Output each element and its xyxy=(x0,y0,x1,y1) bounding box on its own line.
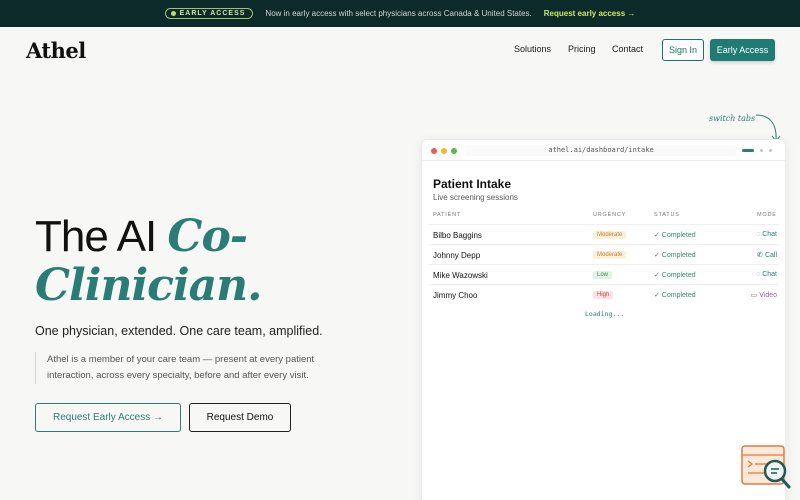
panel-subtitle: Live screening sessions xyxy=(433,193,518,202)
tab-indicator-active[interactable] xyxy=(742,149,754,152)
early-access-button[interactable]: Early Access xyxy=(710,39,775,61)
patient-name: Jimmy Choo xyxy=(433,291,478,300)
status-label: ✓ Completed xyxy=(654,272,696,279)
status-label: ✓ Completed xyxy=(654,252,696,259)
hero-description: Athel is a member of your care team — pr… xyxy=(35,352,345,384)
switch-tabs-hint: switch tabs xyxy=(709,114,756,123)
mode-text: Chat xyxy=(762,231,777,238)
tab-indicator-3[interactable] xyxy=(769,149,772,152)
video-camera-icon: ▭ xyxy=(750,292,760,299)
request-demo-button[interactable]: Request Demo xyxy=(189,403,291,432)
hero-title: The AI Co-Clinician. xyxy=(35,212,365,310)
nav-solutions[interactable]: Solutions xyxy=(514,44,551,54)
tab-indicator-2[interactable] xyxy=(760,149,763,152)
mode-label: ◌ Chat xyxy=(756,231,777,238)
nav-contact[interactable]: Contact xyxy=(612,44,643,54)
mode-text: Video xyxy=(759,292,777,299)
loading-indicator: Loading... xyxy=(585,310,625,318)
minimize-dot-icon xyxy=(441,148,447,154)
table-row[interactable]: Jimmy Choo High ✓ Completed ▭ Video xyxy=(429,284,779,304)
urgency-badge: Moderate xyxy=(593,231,627,239)
early-access-badge-label: EARLY ACCESS xyxy=(179,10,246,17)
mode-label: ✆ Call xyxy=(757,251,777,259)
close-dot-icon xyxy=(431,148,437,154)
column-header-mode: MODE xyxy=(757,212,777,218)
table-row[interactable]: Johnny Depp Moderate ✓ Completed ✆ Call xyxy=(429,244,779,264)
mode-label: ◌ Chat xyxy=(756,271,777,278)
status-dot-icon xyxy=(170,11,176,16)
phone-icon: ✆ xyxy=(757,252,765,259)
status-label: ✓ Completed xyxy=(654,232,696,239)
column-header-urgency: URGENCY xyxy=(593,212,627,218)
patient-name: Mike Wazowski xyxy=(433,271,488,280)
column-header-patient: PATIENT xyxy=(433,212,462,218)
sign-in-button[interactable]: Sign In xyxy=(662,39,704,61)
request-early-access-link[interactable]: Request early access → xyxy=(544,9,636,18)
table-row[interactable]: Bilbo Baggins Moderate ✓ Completed ◌ Cha… xyxy=(429,224,779,244)
maximize-dot-icon xyxy=(451,148,457,154)
athel-logo[interactable]: Athel xyxy=(26,38,86,63)
status-label: ✓ Completed xyxy=(654,292,696,299)
announcement-bar: EARLY ACCESS Now in early access with se… xyxy=(0,0,800,27)
hero-tagline: One physician, extended. One care team, … xyxy=(35,324,323,338)
hero-title-plain: The AI xyxy=(35,212,168,261)
request-early-access-button[interactable]: Request Early Access → xyxy=(35,403,181,432)
panel-title: Patient Intake xyxy=(433,177,512,191)
patient-name: Johnny Depp xyxy=(433,251,481,260)
dashboard-window: athel.ai/dashboard/intake Patient Intake… xyxy=(421,139,786,500)
urgency-badge: Moderate xyxy=(593,251,627,259)
announcement-message: Now in early access with select physicia… xyxy=(265,9,532,18)
mode-text: Call xyxy=(764,252,777,259)
patient-name: Bilbo Baggins xyxy=(433,231,482,240)
mode-label: ▭ Video xyxy=(751,291,777,299)
urgency-badge: High xyxy=(593,291,614,299)
browser-bar: athel.ai/dashboard/intake xyxy=(422,140,785,161)
search-document-widget-icon[interactable] xyxy=(740,444,792,490)
column-header-status: STATUS xyxy=(654,212,680,218)
url-field: athel.ai/dashboard/intake xyxy=(466,145,736,156)
table-row[interactable]: Mike Wazowski Low ✓ Completed ◌ Chat xyxy=(429,264,779,284)
mode-text: Chat xyxy=(762,271,777,278)
early-access-badge: EARLY ACCESS xyxy=(164,8,254,19)
nav-pricing[interactable]: Pricing xyxy=(568,44,596,54)
urgency-badge: Low xyxy=(593,271,613,279)
